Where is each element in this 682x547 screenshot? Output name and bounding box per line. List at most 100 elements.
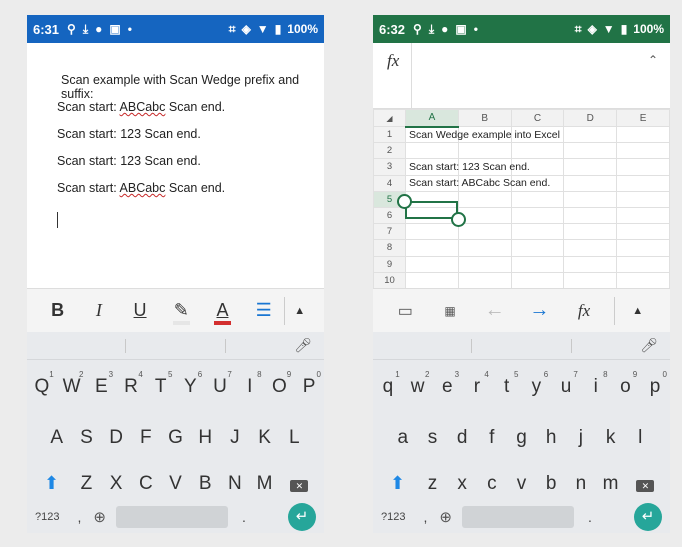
- cell[interactable]: [457, 255, 512, 273]
- bold-button[interactable]: B: [37, 300, 78, 321]
- key-p[interactable]: p0: [640, 370, 670, 398]
- cell[interactable]: [616, 174, 670, 192]
- row-header[interactable]: 4: [373, 174, 406, 192]
- key-x[interactable]: X: [101, 473, 131, 495]
- key-g[interactable]: g: [507, 427, 537, 449]
- key-r[interactable]: R4: [116, 370, 146, 398]
- cell[interactable]: [510, 142, 565, 160]
- cell[interactable]: [616, 206, 670, 225]
- key-m[interactable]: m: [596, 473, 626, 495]
- shift-key[interactable]: ⬆: [32, 473, 72, 495]
- comma-key[interactable]: ,: [77, 509, 81, 525]
- key-x[interactable]: x: [447, 473, 477, 495]
- key-t[interactable]: t5: [492, 370, 522, 398]
- collapse-formula-icon[interactable]: ⌃: [648, 53, 658, 67]
- cell[interactable]: [563, 158, 618, 176]
- row-header[interactable]: 8: [373, 239, 406, 257]
- space-key[interactable]: [115, 506, 228, 528]
- key-n[interactable]: N: [220, 473, 250, 495]
- italic-button[interactable]: I: [78, 300, 119, 321]
- cell[interactable]: [616, 142, 670, 160]
- cell[interactable]: Scan start: ABCabc Scan end.: [405, 174, 550, 192]
- key-v[interactable]: V: [161, 473, 191, 495]
- cell[interactable]: [616, 255, 670, 273]
- key-q[interactable]: q1: [373, 370, 403, 398]
- globe-icon[interactable]: ⊕: [439, 508, 452, 526]
- cell[interactable]: [616, 190, 670, 208]
- cell[interactable]: [457, 271, 512, 289]
- arrow-left-icon[interactable]: ←: [472, 299, 517, 322]
- key-w[interactable]: w2: [403, 370, 433, 398]
- column-header[interactable]: C: [510, 109, 565, 127]
- cell[interactable]: [405, 142, 459, 160]
- symbols-key[interactable]: ?123: [381, 511, 405, 523]
- key-u[interactable]: u7: [551, 370, 581, 398]
- cell[interactable]: [563, 190, 618, 208]
- selected-cell[interactable]: [405, 201, 458, 219]
- key-m[interactable]: M: [250, 473, 280, 495]
- cell[interactable]: [563, 174, 618, 192]
- key-i[interactable]: i8: [581, 370, 611, 398]
- globe-icon[interactable]: ⊕: [93, 508, 106, 526]
- cell[interactable]: [457, 206, 512, 225]
- column-header[interactable]: A: [405, 109, 459, 128]
- cell[interactable]: [510, 255, 565, 273]
- document-body[interactable]: Scan example with Scan Wedge prefix and …: [27, 43, 324, 288]
- key-y[interactable]: Y6: [176, 370, 206, 398]
- key-f[interactable]: f: [477, 427, 507, 449]
- cell[interactable]: [457, 142, 512, 160]
- key-k[interactable]: K: [250, 427, 280, 449]
- key-c[interactable]: C: [131, 473, 161, 495]
- formula-bar[interactable]: fx ⌃: [373, 43, 670, 109]
- cell[interactable]: [510, 190, 565, 208]
- key-o[interactable]: o9: [611, 370, 641, 398]
- key-e[interactable]: E3: [86, 370, 116, 398]
- selection-handle-start[interactable]: [397, 194, 412, 209]
- bullet-list-icon[interactable]: ☰: [243, 300, 284, 321]
- cell[interactable]: [563, 255, 618, 273]
- cell[interactable]: [616, 271, 670, 289]
- key-s[interactable]: S: [72, 427, 102, 449]
- cell[interactable]: [405, 271, 459, 289]
- key-a[interactable]: a: [388, 427, 418, 449]
- cell[interactable]: [405, 255, 459, 273]
- cell[interactable]: [616, 158, 670, 176]
- selection-handle-end[interactable]: [451, 212, 466, 227]
- key-n[interactable]: n: [566, 473, 596, 495]
- key-p[interactable]: P0: [294, 370, 324, 398]
- key-y[interactable]: y6: [522, 370, 552, 398]
- key-h[interactable]: h: [536, 427, 566, 449]
- key-r[interactable]: r4: [462, 370, 492, 398]
- key-h[interactable]: H: [190, 427, 220, 449]
- symbols-key[interactable]: ?123: [35, 511, 59, 523]
- cell[interactable]: [510, 271, 565, 289]
- cell[interactable]: [616, 239, 670, 257]
- key-d[interactable]: D: [101, 427, 131, 449]
- cell[interactable]: [563, 239, 618, 257]
- column-header[interactable]: E: [616, 109, 670, 127]
- key-g[interactable]: G: [161, 427, 191, 449]
- cell[interactable]: Scan start: 123 Scan end.: [405, 158, 530, 176]
- cell[interactable]: [457, 190, 512, 208]
- expand-toolbar-icon[interactable]: ▲: [615, 305, 660, 317]
- key-k[interactable]: k: [596, 427, 626, 449]
- underline-button[interactable]: U: [119, 300, 160, 321]
- cell[interactable]: [510, 206, 565, 225]
- cell[interactable]: Scan Wedge example into Excel: [405, 125, 560, 144]
- column-header[interactable]: D: [563, 109, 618, 127]
- comma-key[interactable]: ,: [423, 509, 427, 525]
- period-key[interactable]: .: [588, 509, 592, 525]
- key-d[interactable]: d: [447, 427, 477, 449]
- cell[interactable]: [510, 223, 565, 241]
- row-header[interactable]: 7: [373, 223, 406, 241]
- key-t[interactable]: T5: [146, 370, 176, 398]
- insert-function-button[interactable]: fx: [562, 301, 607, 321]
- font-color-button[interactable]: A: [202, 300, 243, 325]
- row-header[interactable]: 9: [373, 255, 406, 273]
- row-header[interactable]: 6: [373, 206, 406, 225]
- select-all-corner[interactable]: ◢: [373, 109, 406, 127]
- cell[interactable]: [457, 223, 512, 241]
- key-z[interactable]: z: [418, 473, 448, 495]
- arrow-right-icon[interactable]: →: [517, 299, 562, 322]
- backspace-key[interactable]: ✕: [279, 473, 319, 495]
